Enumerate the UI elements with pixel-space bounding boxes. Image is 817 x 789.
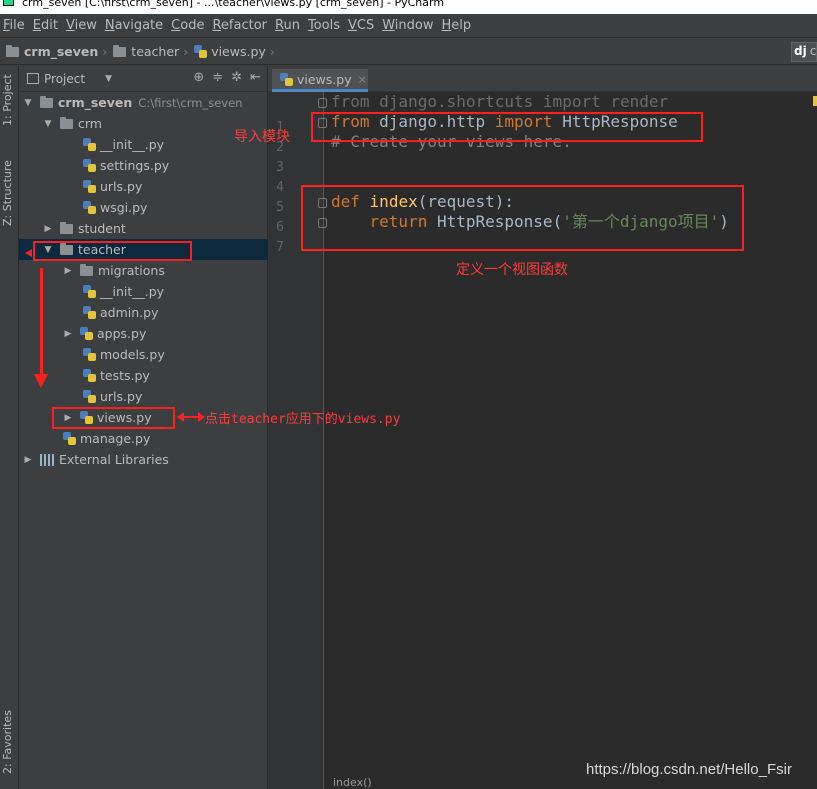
panel-toolbar: ⊕ ≑ ✲ ⇤ [193, 70, 261, 85]
menu-refactor[interactable]: Refactor [212, 18, 267, 33]
editor-tab-bar: views.py × [268, 66, 817, 92]
expand-arrow-icon[interactable]: ▶ [63, 329, 73, 339]
project-view-icon [27, 73, 39, 84]
tree-item-apps[interactable]: ▶ apps.py [19, 323, 268, 344]
expand-arrow-icon[interactable]: ▶ [43, 224, 53, 234]
tool-tab-structure[interactable]: Z: Structure [1, 160, 14, 226]
menu-run[interactable]: Run [275, 18, 300, 33]
python-file-icon [83, 201, 96, 214]
collapse-all-icon[interactable]: ≑ [212, 70, 223, 85]
python-file-icon [83, 285, 96, 298]
tree-item-crm-urls[interactable]: urls.py [19, 176, 268, 197]
navigation-bar: crm_seven › teacher › views.py › dj c [0, 39, 817, 65]
annotation-define-view: 定义一个视图函数 [456, 262, 568, 278]
locate-icon[interactable]: ⊕ [193, 70, 204, 85]
tree-item-admin[interactable]: admin.py [19, 302, 268, 323]
import-highlight-box [311, 112, 703, 142]
folder-icon [60, 221, 73, 234]
left-tool-strip: 1: Project Z: Structure 2: Favorites [0, 66, 19, 789]
annotation-click-views: 点击teacher应用下的views.py [205, 412, 401, 427]
menu-code[interactable]: Code [171, 18, 204, 33]
expand-arrow-icon[interactable]: ▼ [23, 98, 33, 108]
teacher-highlight-box [33, 241, 192, 261]
python-file-icon [280, 72, 293, 86]
down-arrow-icon [34, 268, 48, 388]
folder-icon [80, 263, 93, 276]
hide-panel-icon[interactable]: ⇤ [250, 70, 261, 85]
menu-tools[interactable]: Tools [308, 18, 340, 33]
folder-icon [6, 44, 19, 57]
python-file-icon [83, 159, 96, 172]
line-number: 5 [276, 200, 284, 215]
gear-icon[interactable]: ✲ [231, 70, 242, 85]
python-file-icon [83, 138, 96, 151]
tree-item-external-libraries[interactable]: ▶ External Libraries [19, 449, 268, 470]
library-icon [40, 453, 54, 466]
title-bar: crm_seven [C:\first\crm_seven] - ...\tea… [0, 0, 817, 14]
tree-item-manage[interactable]: manage.py [19, 428, 268, 449]
menu-help[interactable]: Help [442, 18, 472, 33]
menu-bar: File Edit View Navigate Code Refactor Ru… [0, 14, 817, 38]
breadcrumb-project[interactable]: crm_seven › [6, 44, 113, 59]
line-number: 3 [276, 160, 284, 175]
python-file-icon [194, 45, 208, 58]
fold-marker-icon[interactable] [318, 98, 327, 108]
expand-arrow-icon[interactable]: ▼ [43, 119, 53, 129]
tree-item-crm-seven[interactable]: ▼ crm_seven C:\first\crm_seven [19, 92, 268, 113]
menu-edit[interactable]: Edit [33, 18, 58, 33]
python-file-icon [83, 390, 96, 403]
folder-icon [113, 44, 127, 57]
django-run-config-button[interactable]: dj c [791, 42, 817, 62]
python-file-icon [83, 348, 96, 361]
menu-window[interactable]: Window [382, 18, 433, 33]
expand-arrow-icon[interactable]: ▶ [23, 455, 33, 465]
tree-item-teacher-urls[interactable]: urls.py [19, 386, 268, 407]
tool-tab-favorites[interactable]: 2: Favorites [1, 710, 14, 774]
python-file-icon [83, 306, 96, 319]
editor-breadcrumb[interactable]: index() [333, 776, 372, 789]
folder-icon [60, 116, 73, 129]
menu-file[interactable]: File [3, 18, 25, 33]
tool-tab-project[interactable]: 1: Project [1, 74, 14, 126]
python-file-icon [63, 432, 76, 445]
line-number: 7 [276, 240, 284, 255]
tree-item-tests[interactable]: tests.py [19, 365, 268, 386]
expand-arrow-icon[interactable]: ▶ [63, 266, 73, 276]
tree-item-crm[interactable]: ▼ crm [19, 113, 268, 134]
breadcrumb-views[interactable]: views.py › [194, 44, 281, 59]
python-file-icon [83, 180, 96, 193]
views-highlight-box [52, 407, 175, 429]
window-title: crm_seven [C:\first\crm_seven] - ...\tea… [22, 0, 445, 9]
arrow-icon [25, 249, 32, 257]
tree-item-settings[interactable]: settings.py [19, 155, 268, 176]
chevron-down-icon[interactable]: ▼ [105, 74, 112, 84]
tree-item-crm-init[interactable]: __init__.py [19, 134, 268, 155]
menu-vcs[interactable]: VCS [348, 18, 374, 33]
menu-navigate[interactable]: Navigate [105, 18, 163, 33]
code-line-1: from django.shortcuts import render [331, 92, 669, 111]
tab-views-py[interactable]: views.py × [272, 69, 368, 92]
close-icon[interactable]: × [358, 73, 367, 86]
annotation-import-module: 导入模块 [234, 129, 290, 145]
tree-item-teacher-init[interactable]: __init__.py [19, 281, 268, 302]
line-number: 6 [276, 220, 284, 235]
view-function-highlight-box [301, 185, 744, 251]
breadcrumb-teacher[interactable]: teacher › [113, 44, 194, 59]
python-file-icon [80, 327, 93, 340]
warning-marker[interactable] [813, 96, 817, 106]
tree-item-models[interactable]: models.py [19, 344, 268, 365]
line-number: 4 [276, 180, 284, 195]
watermark: https://blog.csdn.net/Hello_Fsir [586, 761, 792, 778]
double-arrow-icon [177, 412, 205, 422]
tree-item-migrations[interactable]: ▶ migrations [19, 260, 268, 281]
pycharm-icon [3, 0, 14, 6]
tree-item-wsgi[interactable]: wsgi.py [19, 197, 268, 218]
tree-item-student[interactable]: ▶ student [19, 218, 268, 239]
menu-view[interactable]: View [66, 18, 97, 33]
python-file-icon [83, 369, 96, 382]
folder-icon [40, 95, 53, 108]
code-editor: views.py × 1 2 3 4 5 6 7 from django.sho… [268, 66, 817, 789]
